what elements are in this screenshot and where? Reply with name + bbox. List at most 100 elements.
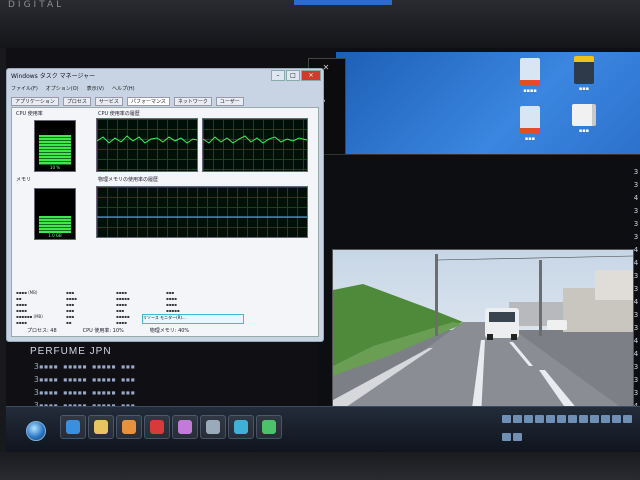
tray-icon[interactable]	[524, 415, 533, 423]
network-button[interactable]	[228, 415, 254, 439]
task-manager-window: Windows タスク マネージャー – □ ✕ ファイル(F) オプション(O)…	[6, 68, 324, 342]
status-cpu: CPU 使用率: 10%	[82, 328, 124, 334]
monitor-bezel-bottom	[0, 452, 640, 480]
menu-item-1[interactable]: オプション(O)	[46, 85, 79, 92]
desktop-icon-2[interactable]: ▪▪▪	[564, 56, 604, 92]
explorer-button[interactable]	[88, 415, 114, 439]
paint-icon	[178, 420, 192, 434]
media-player-icon	[122, 420, 136, 434]
menu-item-0[interactable]: ファイル(F)	[11, 85, 38, 92]
menu-bar: ファイル(F) オプション(O) 表示(V) ヘルプ(H)	[11, 85, 135, 92]
perfume-line: 3▪▪▪▪ ▪▪▪▪▪ ▪▪▪▪▪ ▪▪▪	[34, 375, 136, 384]
minimize-button[interactable]: –	[271, 70, 285, 81]
monitor-button[interactable]	[256, 415, 282, 439]
status-processes: プロセス: 48	[27, 328, 57, 334]
cpu-history-line-2	[203, 135, 307, 144]
tray-icon[interactable]	[601, 415, 610, 423]
memory-amount: 1.0 GB	[48, 233, 62, 238]
screen: ▪▪▪▪ ▪▪▪ ▪▪▪ ▪▪▪ ✕ HP	[6, 48, 640, 452]
window-controls: – □ ✕	[271, 70, 321, 81]
file-icon	[572, 104, 596, 126]
document-icon	[520, 58, 540, 86]
row-number: 4	[633, 298, 639, 306]
paint-button[interactable]	[172, 415, 198, 439]
red-app-icon	[150, 420, 164, 434]
row-numbers: 33433344334334433343	[632, 166, 640, 426]
cpu-history-label: CPU 使用率の履歴	[98, 111, 140, 117]
memory-meter: 1.0 GB	[34, 188, 76, 240]
tools-button[interactable]	[200, 415, 226, 439]
start-button[interactable]	[26, 421, 46, 441]
maximize-button[interactable]: □	[286, 70, 300, 81]
status-memory: 物理メモリ: 40%	[149, 328, 190, 334]
cpu-percent: 10 %	[49, 165, 61, 170]
tab-0[interactable]: アプリケーション	[11, 97, 59, 106]
tab-2[interactable]: サービス	[94, 97, 123, 106]
tray-icon[interactable]	[546, 415, 555, 423]
memory-label: メモリ	[16, 177, 32, 183]
cpu-meter-fill	[39, 135, 71, 165]
desktop-icon-3[interactable]: ▪▪▪	[510, 106, 550, 142]
tray-icon[interactable]	[513, 415, 522, 423]
tray-icon[interactable]	[579, 415, 588, 423]
window-title: Windows タスク マネージャー	[11, 73, 96, 80]
document-icon	[520, 106, 540, 134]
monitor-icon	[262, 420, 276, 434]
row-number: 4	[633, 194, 639, 202]
taskbar	[6, 406, 640, 452]
row-number: 3	[633, 311, 639, 319]
resource-monitor-button[interactable]: リソース モニター(R)...	[142, 314, 244, 324]
tray-icon[interactable]	[612, 415, 621, 423]
memory-history-line	[97, 216, 307, 218]
tray-icon[interactable]	[623, 415, 632, 423]
tray-icon[interactable]	[568, 415, 577, 423]
network-icon	[234, 420, 248, 434]
video-frame	[332, 249, 634, 417]
row-number: 3	[633, 181, 639, 189]
folder-icon	[574, 56, 594, 84]
media-player-button[interactable]	[116, 415, 142, 439]
tab-5[interactable]: ユーザー	[215, 97, 244, 106]
monitor-brand: DIGITAL	[8, 0, 65, 10]
tray-icon[interactable]	[513, 433, 522, 441]
tray-icon[interactable]	[502, 433, 511, 441]
performance-panel: CPU 使用率 CPU 使用率の履歴 10 % メモリ 物理メモリの使用率の履歴	[11, 107, 319, 337]
media-window	[318, 154, 640, 417]
desktop-icon-4[interactable]: ▪▪▪	[564, 104, 604, 134]
row-number: 4	[633, 259, 639, 267]
tab-4[interactable]: ネットワーク	[173, 97, 212, 106]
top-blue-tab	[294, 0, 392, 5]
perfume-line: 3▪▪▪▪ ▪▪▪▪▪ ▪▪▪▪▪ ▪▪▪	[34, 388, 136, 397]
ie-icon	[66, 420, 80, 434]
cpu-usage-label: CPU 使用率	[16, 111, 43, 117]
row-number: 3	[633, 376, 639, 384]
cpu-meter: 10 %	[34, 120, 76, 172]
row-number: 3	[633, 285, 639, 293]
ie-button[interactable]	[60, 415, 86, 439]
tray-icon[interactable]	[535, 415, 544, 423]
tray-icon[interactable]	[590, 415, 599, 423]
tray-icon[interactable]	[557, 415, 566, 423]
monitor-bezel-top: DIGITAL	[0, 0, 640, 48]
row-number: 3	[633, 207, 639, 215]
desktop: ▪▪▪▪ ▪▪▪ ▪▪▪ ▪▪▪	[336, 52, 640, 158]
tray-icon[interactable]	[502, 415, 511, 423]
tools-icon	[206, 420, 220, 434]
tab-strip: アプリケーション プロセス サービス パフォーマンス ネットワーク ユーザー	[11, 97, 244, 106]
row-number: 4	[633, 350, 639, 358]
desktop-icon-1[interactable]: ▪▪▪▪	[510, 58, 550, 94]
row-number: 3	[633, 324, 639, 332]
menu-item-3[interactable]: ヘルプ(H)	[112, 85, 135, 92]
tab-1[interactable]: プロセス	[62, 97, 91, 106]
menu-item-2[interactable]: 表示(V)	[87, 85, 104, 92]
memory-history-graph	[96, 186, 308, 238]
row-number: 4	[633, 246, 639, 254]
close-button[interactable]: ✕	[301, 70, 321, 81]
row-number: 3	[633, 168, 639, 176]
road-video-image	[333, 250, 633, 416]
tab-3[interactable]: パフォーマンス	[126, 97, 170, 106]
cpu-history-line-1	[97, 135, 197, 144]
memory-history-label: 物理メモリの使用率の履歴	[98, 177, 159, 183]
cpu-history-graph-2	[202, 118, 308, 172]
red-app-button[interactable]	[144, 415, 170, 439]
